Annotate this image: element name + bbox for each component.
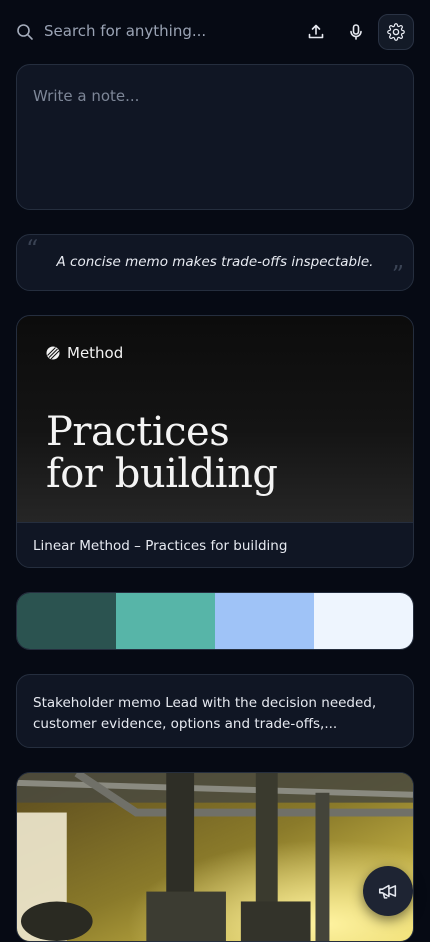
quote-text: A concise memo makes trade-offs inspecta…: [56, 254, 374, 270]
color-swatch-4[interactable]: [314, 593, 413, 649]
color-swatch-1[interactable]: [17, 593, 116, 649]
link-title: Linear Method – Practices for building: [33, 538, 288, 554]
search-input[interactable]: Search for anything...: [44, 22, 206, 40]
color-swatch-3[interactable]: [215, 593, 314, 649]
memo-text: Stakeholder memo Lead with the decision …: [33, 695, 377, 732]
color-swatch-2[interactable]: [116, 593, 215, 649]
megaphone-icon: [378, 884, 397, 899]
method-logo-icon: [46, 346, 60, 360]
photo-card[interactable]: [16, 772, 414, 942]
note-input[interactable]: Write a note...: [16, 64, 414, 210]
hero-title-line1: Practices: [46, 409, 230, 455]
divider: [17, 522, 413, 523]
photo-image: [17, 773, 413, 941]
microphone-button[interactable]: [338, 14, 374, 50]
link-preview-card[interactable]: Method Practices for building Linear Met…: [16, 315, 414, 568]
gear-icon: [387, 23, 405, 41]
note-placeholder: Write a note...: [33, 87, 140, 105]
link-preview-image: Method Practices for building: [17, 316, 413, 523]
brand-name: Method: [67, 344, 124, 362]
settings-button[interactable]: [378, 14, 414, 50]
search-icon[interactable]: [16, 23, 34, 41]
hero-title: Practices for building: [46, 409, 278, 497]
quote-card[interactable]: “ A concise memo makes trade-offs inspec…: [16, 234, 414, 291]
color-palette[interactable]: [16, 592, 414, 650]
mic-icon: [350, 24, 362, 40]
top-bar: Search for anything...: [0, 0, 430, 64]
close-quote-icon: ”: [391, 261, 404, 289]
memo-card[interactable]: Stakeholder memo Lead with the decision …: [16, 674, 414, 748]
upload-button[interactable]: [298, 14, 334, 50]
upload-icon: [308, 24, 324, 39]
feedback-button[interactable]: [363, 866, 413, 916]
hero-title-line2: for building: [46, 451, 278, 497]
